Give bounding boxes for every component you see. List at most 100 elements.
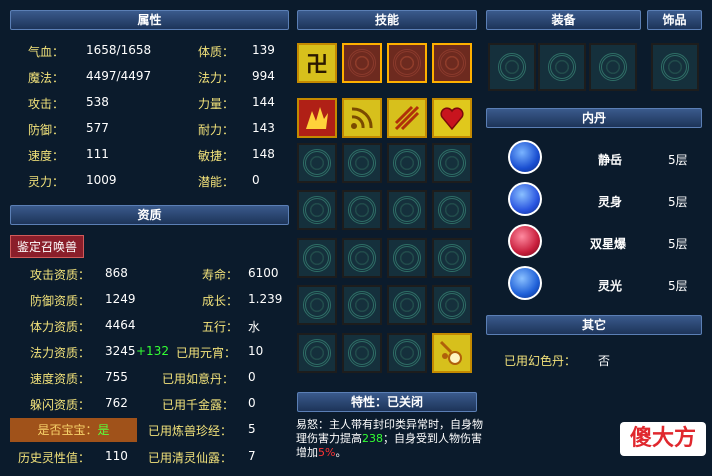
ornament-icon xyxy=(393,291,421,319)
inner-dan-orb-1[interactable] xyxy=(508,140,542,174)
dodge-qual-value: 762 xyxy=(105,396,128,410)
empty-skill-slot[interactable] xyxy=(432,285,472,325)
speed-label: 速度： xyxy=(28,149,65,163)
equipment-slot-2[interactable] xyxy=(538,43,586,91)
empty-skill-slot[interactable] xyxy=(387,190,427,230)
skill-slot[interactable] xyxy=(432,98,472,138)
inner-dan-name-2: 灵身 xyxy=(598,195,623,209)
accessory-slot[interactable] xyxy=(651,43,699,91)
skill-slot-locked[interactable] xyxy=(342,43,382,83)
magic-qual-label: 法力资质： xyxy=(30,346,91,360)
inner-dan-name-4: 灵光 xyxy=(598,279,623,293)
inner-dan-orb-4[interactable] xyxy=(508,266,542,300)
ornament-icon xyxy=(348,149,376,177)
empty-skill-slot[interactable] xyxy=(297,285,337,325)
double-star-orb-icon xyxy=(510,226,540,256)
meteor-skill-icon xyxy=(439,340,462,365)
element-label: 五行： xyxy=(202,320,239,334)
ornament-icon xyxy=(393,49,421,77)
dodge-qual-label: 躲闪资质： xyxy=(30,398,91,412)
magic-label: 法力： xyxy=(198,71,235,85)
skill-slot[interactable] xyxy=(342,98,382,138)
empty-skill-slot[interactable] xyxy=(342,285,382,325)
empty-skill-slot[interactable] xyxy=(342,333,382,373)
empty-skill-slot[interactable] xyxy=(342,143,382,183)
ornament-icon xyxy=(348,196,376,224)
skill-slot-locked[interactable] xyxy=(432,43,472,83)
empty-skill-slot[interactable] xyxy=(387,285,427,325)
qianjin-label: 已用千金露： xyxy=(162,398,235,412)
speed-value: 111 xyxy=(86,147,109,161)
mountain-orb-icon xyxy=(510,142,540,172)
empty-skill-slot[interactable] xyxy=(387,333,427,373)
empty-skill-slot[interactable] xyxy=(297,238,337,278)
ruyi-label: 已用如意丹： xyxy=(162,372,235,386)
empty-skill-slot[interactable] xyxy=(342,238,382,278)
ornament-icon xyxy=(303,244,331,272)
empty-skill-slot[interactable] xyxy=(432,190,472,230)
trait-description: 易怒：主人带有封印类异常时，自身物理伤害力提高238；自身受到人物伤害增加5%。 xyxy=(296,418,486,460)
hp-qual-label: 体力资质： xyxy=(30,320,91,334)
dye-value: 否 xyxy=(598,354,611,368)
constitution-label: 体质： xyxy=(198,45,235,59)
empty-skill-slot[interactable] xyxy=(432,143,472,183)
equipment-slot-3[interactable] xyxy=(589,43,637,91)
speed-qual-value: 755 xyxy=(105,370,128,384)
ornament-icon xyxy=(661,53,689,81)
attack-value: 538 xyxy=(86,95,109,109)
special-skill-icon: 卍 xyxy=(305,53,328,78)
equipment-header: 装备 xyxy=(486,10,641,30)
spirit-value: 1009 xyxy=(86,173,117,187)
inner-dan-header: 内丹 xyxy=(486,108,702,128)
ornament-icon xyxy=(393,339,421,367)
trait-num-1: 238 xyxy=(362,432,383,445)
skills-header: 技能 xyxy=(297,10,477,30)
spirit-label: 灵力： xyxy=(28,175,65,189)
skill-slot-locked[interactable] xyxy=(387,43,427,83)
speed-qual-label: 速度资质： xyxy=(30,372,91,386)
skill-slot-special[interactable]: 卍 xyxy=(297,43,337,83)
equipment-slot-1[interactable] xyxy=(488,43,536,91)
empty-skill-slot[interactable] xyxy=(297,333,337,373)
ornament-icon xyxy=(548,53,576,81)
hp-label: 气血： xyxy=(28,45,65,59)
empty-skill-slot[interactable] xyxy=(387,238,427,278)
inner-dan-level-3: 5层 xyxy=(668,237,688,251)
trait-text-end: 。 xyxy=(335,446,347,459)
ornament-icon xyxy=(348,244,376,272)
endurance-label: 耐力： xyxy=(198,123,235,137)
hp-value: 1658/1658 xyxy=(86,43,152,57)
skill-slot[interactable] xyxy=(432,333,472,373)
magic-value: 994 xyxy=(252,69,275,83)
attack-qual-label: 攻击资质： xyxy=(30,268,91,282)
empty-skill-slot[interactable] xyxy=(297,143,337,183)
defense-qual-value: 1249 xyxy=(105,292,136,306)
empty-skill-slot[interactable] xyxy=(387,143,427,183)
lianshou-value: 5 xyxy=(248,422,256,436)
skill-slot[interactable] xyxy=(387,98,427,138)
identify-pet-button[interactable]: 鉴定召唤兽 xyxy=(10,235,85,258)
ornament-icon xyxy=(438,149,466,177)
ornament-icon xyxy=(348,49,376,77)
defense-value: 577 xyxy=(86,121,109,135)
qianjin-value: 0 xyxy=(248,396,256,410)
constitution-value: 139 xyxy=(252,43,275,57)
inner-dan-name-3: 双星爆 xyxy=(590,237,627,251)
yuanxiao-label: 已用元宵： xyxy=(176,346,237,360)
ornament-icon xyxy=(393,149,421,177)
empty-skill-slot[interactable] xyxy=(342,190,382,230)
skill-slot[interactable] xyxy=(297,98,337,138)
inner-dan-orb-3[interactable] xyxy=(508,224,542,258)
ornament-icon xyxy=(599,53,627,81)
empty-skill-slot[interactable] xyxy=(297,190,337,230)
dye-label: 已用幻色丹： xyxy=(504,354,577,368)
agility-value: 148 xyxy=(252,147,275,161)
empty-skill-slot[interactable] xyxy=(432,238,472,278)
inner-dan-orb-2[interactable] xyxy=(508,182,542,216)
watermark-logo: 傻大方 xyxy=(620,422,706,456)
lifespan-label: 寿命： xyxy=(202,268,239,282)
strength-label: 力量： xyxy=(198,97,235,111)
trait-prefix: 易怒： xyxy=(296,418,329,431)
potential-value: 0 xyxy=(252,173,260,187)
defense-qual-label: 防御资质： xyxy=(30,294,91,308)
